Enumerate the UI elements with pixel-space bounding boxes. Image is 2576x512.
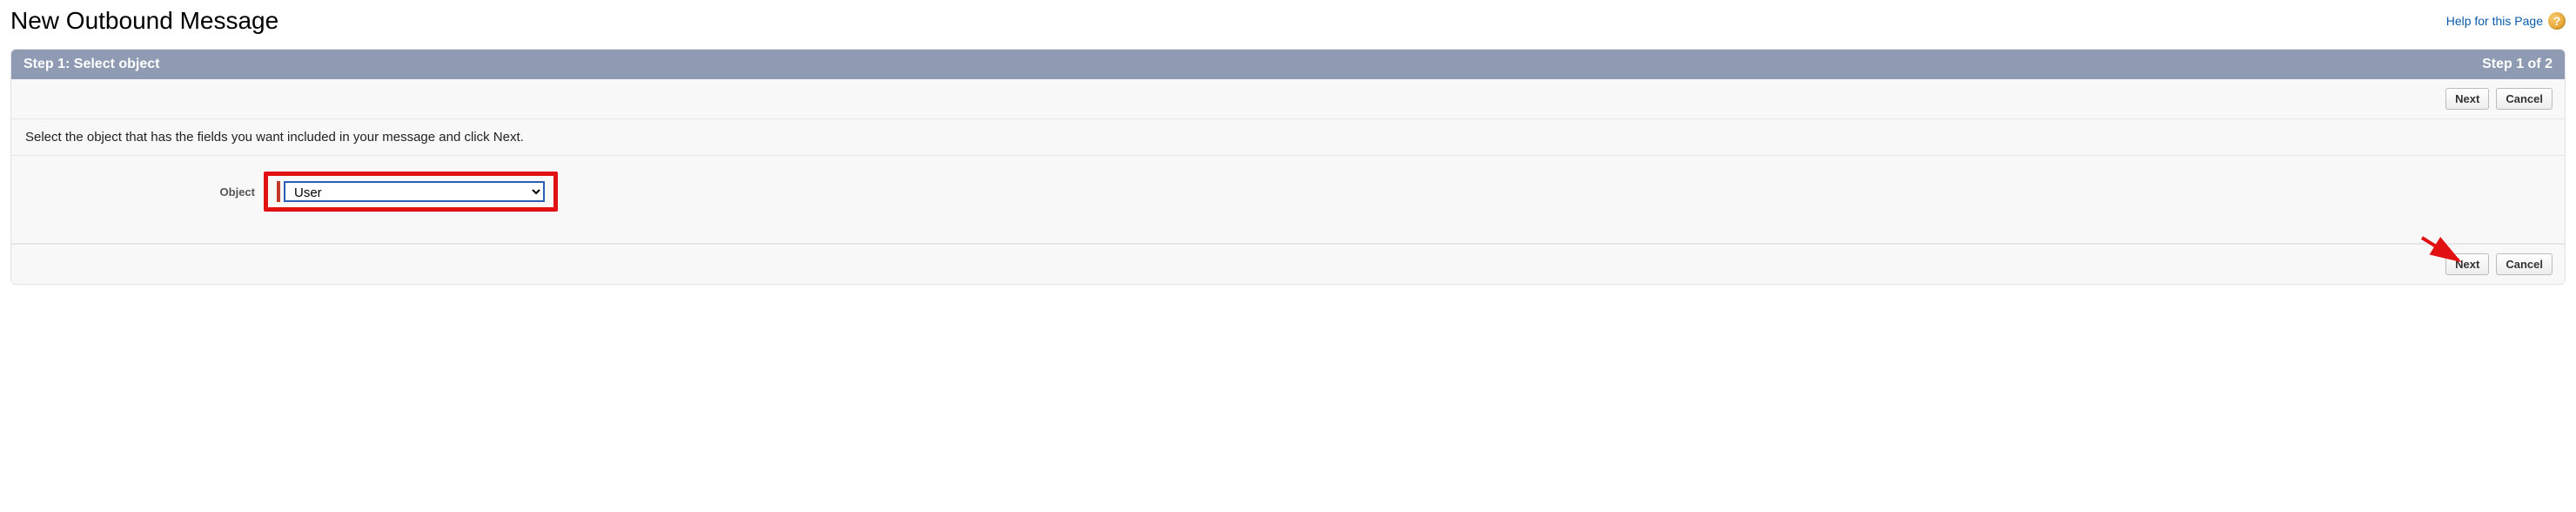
next-button[interactable]: Next xyxy=(2445,253,2489,275)
instruction-text: Select the object that has the fields yo… xyxy=(11,119,2565,156)
highlight-annotation: User xyxy=(264,172,558,212)
bottom-button-row: Next Cancel xyxy=(11,244,2565,284)
top-button-row: Next Cancel xyxy=(11,79,2565,119)
cancel-button[interactable]: Cancel xyxy=(2496,253,2553,275)
step-title: Step 1: Select object xyxy=(23,57,160,72)
help-link-label: Help for this Page xyxy=(2446,14,2543,28)
object-label: Object xyxy=(25,185,264,199)
object-row: Object User xyxy=(11,156,2565,244)
page-title: New Outbound Message xyxy=(10,7,278,35)
help-link[interactable]: Help for this Page ? xyxy=(2446,12,2566,30)
step-panel: Step 1: Select object Step 1 of 2 Next C… xyxy=(10,49,2566,285)
object-select[interactable]: User xyxy=(284,181,545,202)
next-button[interactable]: Next xyxy=(2445,88,2489,110)
panel-header: Step 1: Select object Step 1 of 2 xyxy=(11,50,2565,79)
cancel-button[interactable]: Cancel xyxy=(2496,88,2553,110)
help-icon: ? xyxy=(2548,12,2566,30)
required-indicator xyxy=(277,181,280,202)
step-progress: Step 1 of 2 xyxy=(2482,57,2553,72)
